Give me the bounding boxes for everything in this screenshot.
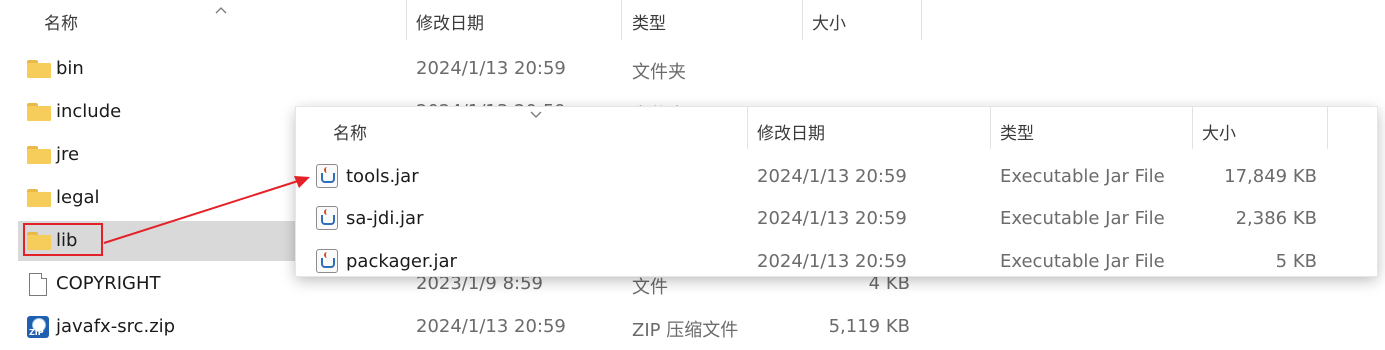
annotation-arrow	[103, 176, 310, 244]
arrow-line	[103, 180, 299, 244]
